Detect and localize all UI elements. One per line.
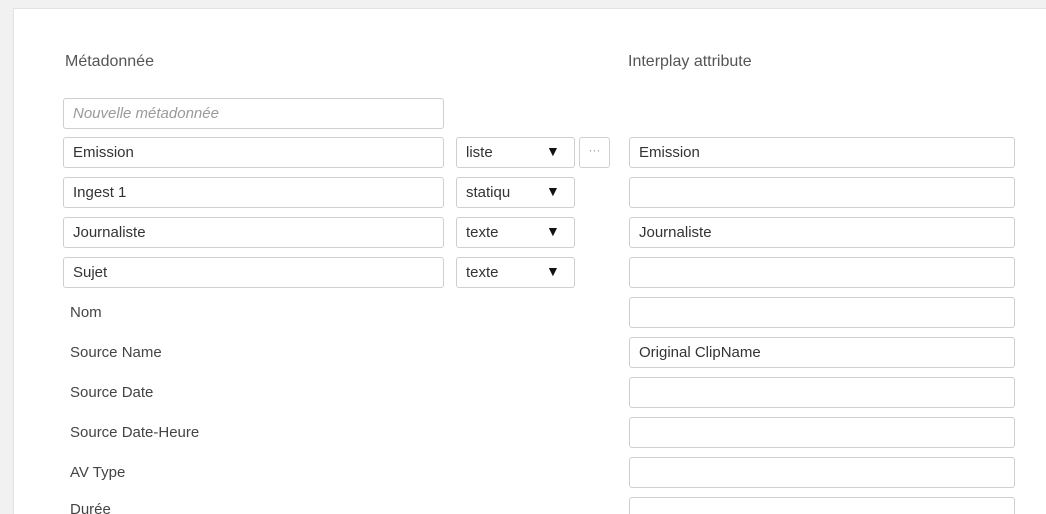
interplay-attribute-field[interactable] (629, 297, 1015, 328)
dropdown-arrow-icon: ▼ (546, 263, 560, 279)
metadata-column-header: Métadonnée (65, 53, 154, 70)
metadata-label: Durée (70, 501, 111, 514)
new-metadata-input[interactable] (63, 98, 444, 129)
metadata-label: Source Date (70, 384, 154, 401)
dropdown-arrow-icon: ▼ (546, 223, 560, 239)
type-select-value: texte (466, 264, 499, 281)
type-select-value: liste (466, 144, 493, 161)
metadata-type-select[interactable]: liste ▼ (456, 137, 575, 168)
type-select-value: statiqu (466, 184, 511, 201)
dropdown-arrow-icon: ▼ (546, 143, 560, 159)
interplay-attribute-field[interactable] (629, 377, 1015, 408)
interplay-attribute-field[interactable] (629, 457, 1015, 488)
metadata-label: Source Name (70, 344, 162, 361)
interplay-attribute-field[interactable] (629, 177, 1015, 208)
metadata-mapping-panel: Métadonnée Interplay attribute liste ▼ ·… (13, 8, 1046, 514)
metadata-name-field[interactable] (63, 257, 444, 288)
interplay-attribute-field[interactable] (629, 257, 1015, 288)
metadata-name-field[interactable] (63, 137, 444, 168)
dropdown-arrow-icon: ▼ (546, 183, 560, 199)
edit-list-button[interactable]: ··· (579, 137, 610, 168)
interplay-attribute-field[interactable] (629, 217, 1015, 248)
interplay-attribute-field[interactable] (629, 417, 1015, 448)
type-select-value: texte (466, 224, 499, 241)
metadata-type-select[interactable]: texte ▼ (456, 217, 575, 248)
metadata-type-select[interactable]: texte ▼ (456, 257, 575, 288)
interplay-attribute-field[interactable] (629, 497, 1015, 514)
metadata-type-select[interactable]: statiqu ▼ (456, 177, 575, 208)
metadata-label: AV Type (70, 464, 126, 481)
metadata-name-field[interactable] (63, 217, 444, 248)
interplay-attribute-column-header: Interplay attribute (628, 53, 752, 70)
interplay-attribute-field[interactable] (629, 337, 1015, 368)
metadata-name-field[interactable] (63, 177, 444, 208)
interplay-attribute-field[interactable] (629, 137, 1015, 168)
metadata-label: Nom (70, 304, 102, 321)
metadata-label: Source Date-Heure (70, 424, 200, 441)
